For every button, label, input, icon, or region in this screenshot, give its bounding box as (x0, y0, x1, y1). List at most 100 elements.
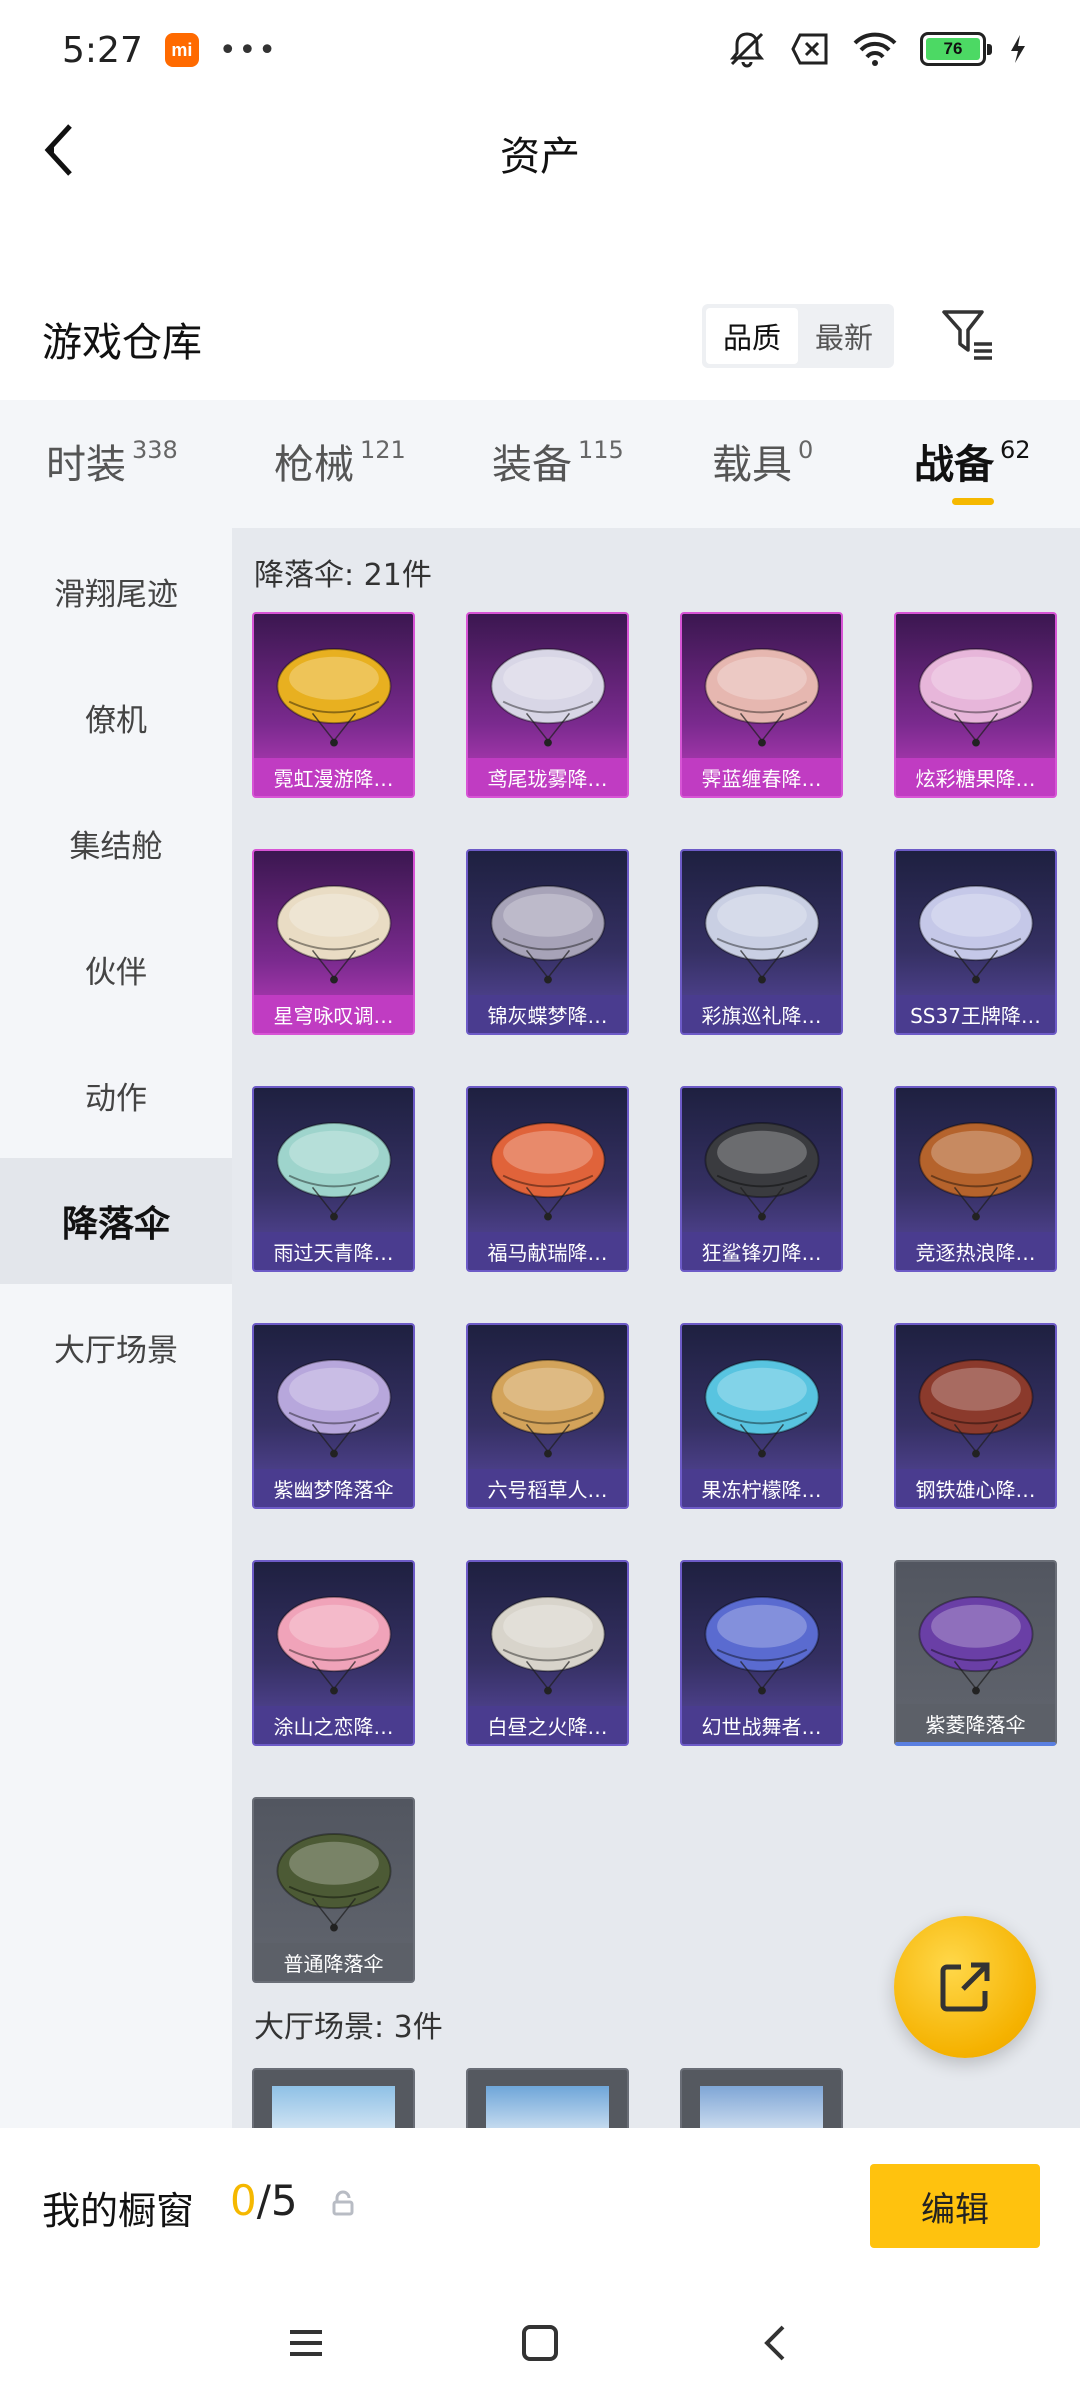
parachute-image (490, 648, 606, 747)
filter-icon (942, 310, 992, 360)
showcase-bar: 我的橱窗 0/5 编辑 (0, 2128, 1080, 2278)
parachute-card[interactable]: 星穹咏叹调… (252, 849, 415, 1035)
parachute-name: 钢铁雄心降… (896, 1469, 1055, 1507)
parachute-card[interactable]: 普通降落伞 (252, 1797, 415, 1983)
back-icon (764, 2325, 785, 2361)
tab-count: 338 (132, 436, 178, 464)
edit-button[interactable]: 编辑 (870, 2164, 1040, 2248)
parachute-card[interactable]: 六号稻草人… (466, 1323, 629, 1509)
parachute-image (704, 1359, 820, 1458)
sort-toggle: 品质 最新 (702, 304, 894, 368)
parachute-image (276, 1833, 392, 1932)
parachute-name: 六号稻草人… (468, 1469, 627, 1507)
side-item-companion[interactable]: 伙伴 (0, 906, 232, 1032)
tab-count: 121 (360, 436, 406, 464)
parachute-name: 雨过天青降… (254, 1232, 413, 1270)
battery-icon: 76 (920, 32, 992, 66)
parachute-name: 彩旗巡礼降… (682, 995, 841, 1033)
wifi-icon (853, 32, 897, 66)
sort-by-quality-button[interactable]: 品质 (706, 308, 798, 364)
parachute-card[interactable]: 雨过天青降… (252, 1086, 415, 1272)
tab-battle-gear[interactable]: 战备 62 (914, 432, 1031, 490)
parachute-image (704, 1596, 820, 1695)
showcase-count: 0/5 (230, 2176, 298, 2225)
parachute-card[interactable]: 紫幽梦降落伞 (252, 1323, 415, 1509)
parachute-card[interactable]: 彩旗巡礼降… (680, 849, 843, 1035)
parachute-card[interactable]: 狂鲨锋刃降… (680, 1086, 843, 1272)
lobby-scene-card[interactable] (252, 2068, 415, 2128)
item-content: 降落伞: 21件 霓虹漫游降… 鸢尾珑雾降… 霁蓝缠春降… 炫彩糖果降… 星穹咏叹调… 锦… (232, 528, 1080, 2128)
parachute-section-label: 降落伞: 21件 (254, 558, 432, 593)
tab-vehicles[interactable]: 载具 0 (712, 432, 813, 490)
side-item-lobby-scene[interactable]: 大厅场景 (0, 1284, 232, 1410)
parachute-name: 果冻柠檬降… (682, 1469, 841, 1507)
menu-nav-button[interactable] (281, 2318, 331, 2368)
home-nav-button[interactable] (515, 2318, 565, 2368)
parachute-card[interactable]: 钢铁雄心降… (894, 1323, 1057, 1509)
parachute-card[interactable]: 锦灰蝶梦降… (466, 849, 629, 1035)
tab-count: 115 (578, 436, 624, 464)
lobby-scene-card[interactable] (680, 2068, 843, 2128)
parachute-image (704, 1122, 820, 1221)
menu-icon (290, 2330, 322, 2356)
filter-button[interactable] (938, 304, 998, 364)
battery-level: 76 (926, 38, 980, 60)
parachute-image (918, 885, 1034, 984)
tab-label: 时装 (46, 442, 126, 488)
parachute-card[interactable]: 竞逐热浪降… (894, 1086, 1057, 1272)
lobby-scene-card[interactable] (466, 2068, 629, 2128)
share-button[interactable] (894, 1916, 1036, 2058)
parachute-image (276, 1359, 392, 1458)
more-notifications-icon: ••• (218, 32, 278, 68)
parachute-name: 鸢尾珑雾降… (468, 758, 627, 796)
parachute-card[interactable]: 霓虹漫游降… (252, 612, 415, 798)
parachute-name: 幻世战舞者… (682, 1706, 841, 1744)
tab-label: 战备 (914, 442, 994, 488)
parachute-card[interactable]: 炫彩糖果降… (894, 612, 1057, 798)
parachute-card[interactable]: 福马献瑞降… (466, 1086, 629, 1272)
tab-fashion[interactable]: 时装 338 (46, 432, 178, 490)
mi-app-icon: mi (164, 33, 199, 67)
parachute-card[interactable]: 果冻柠檬降… (680, 1323, 843, 1509)
parachute-grid: 霓虹漫游降… 鸢尾珑雾降… 霁蓝缠春降… 炫彩糖果降… 星穹咏叹调… 锦灰蝶梦降… 彩旗巡礼… (252, 612, 1072, 2012)
showcase-total: /5 (256, 2176, 298, 2225)
parachute-name: 白昼之火降… (468, 1706, 627, 1744)
parachute-card[interactable]: 幻世战舞者… (680, 1560, 843, 1746)
parachute-image (918, 1596, 1034, 1695)
parachute-name: 涂山之恋降… (254, 1706, 413, 1744)
side-item-parachute[interactable]: 降落伞 (0, 1158, 232, 1284)
showcase-current: 0 (230, 2176, 257, 2225)
parachute-card[interactable]: 白昼之火降… (466, 1560, 629, 1746)
tab-weapons[interactable]: 枪械 121 (274, 432, 406, 490)
charging-icon (1011, 35, 1025, 63)
parachute-image (490, 1359, 606, 1458)
sort-by-newest-button[interactable]: 最新 (798, 308, 890, 364)
parachute-card[interactable]: 紫菱降落伞 (894, 1560, 1057, 1746)
parachute-card[interactable]: SS37王牌降… (894, 849, 1057, 1035)
parachute-card[interactable]: 鸢尾珑雾降… (466, 612, 629, 798)
status-icons: 76 (726, 28, 1028, 70)
tab-label: 载具 (712, 442, 792, 488)
parachute-card[interactable]: 霁蓝缠春降… (680, 612, 843, 798)
side-item-assembly-pod[interactable]: 集结舱 (0, 780, 232, 906)
side-item-wingman[interactable]: 僚机 (0, 654, 232, 780)
parachute-name: 霓虹漫游降… (254, 758, 413, 796)
active-tab-indicator (952, 498, 994, 505)
lock-icon (332, 2190, 354, 2216)
status-bar: 5:27 mi ••• 76 (0, 0, 1080, 100)
tab-label: 枪械 (274, 442, 354, 488)
parachute-name: 炫彩糖果降… (896, 758, 1055, 796)
mute-icon (729, 32, 765, 68)
side-item-emote[interactable]: 动作 (0, 1032, 232, 1158)
warehouse-title: 游戏仓库 (42, 320, 202, 366)
parachute-image (918, 1122, 1034, 1221)
tab-equipment[interactable]: 装备 115 (492, 432, 624, 490)
back-nav-button[interactable] (750, 2318, 800, 2368)
parachute-image (918, 1359, 1034, 1458)
parachute-image (276, 1122, 392, 1221)
home-icon (522, 2325, 558, 2361)
parachute-name: 普通降落伞 (254, 1943, 413, 1981)
parachute-card[interactable]: 涂山之恋降… (252, 1560, 415, 1746)
side-item-glide-trail[interactable]: 滑翔尾迹 (0, 528, 232, 654)
share-icon (940, 1962, 990, 2012)
